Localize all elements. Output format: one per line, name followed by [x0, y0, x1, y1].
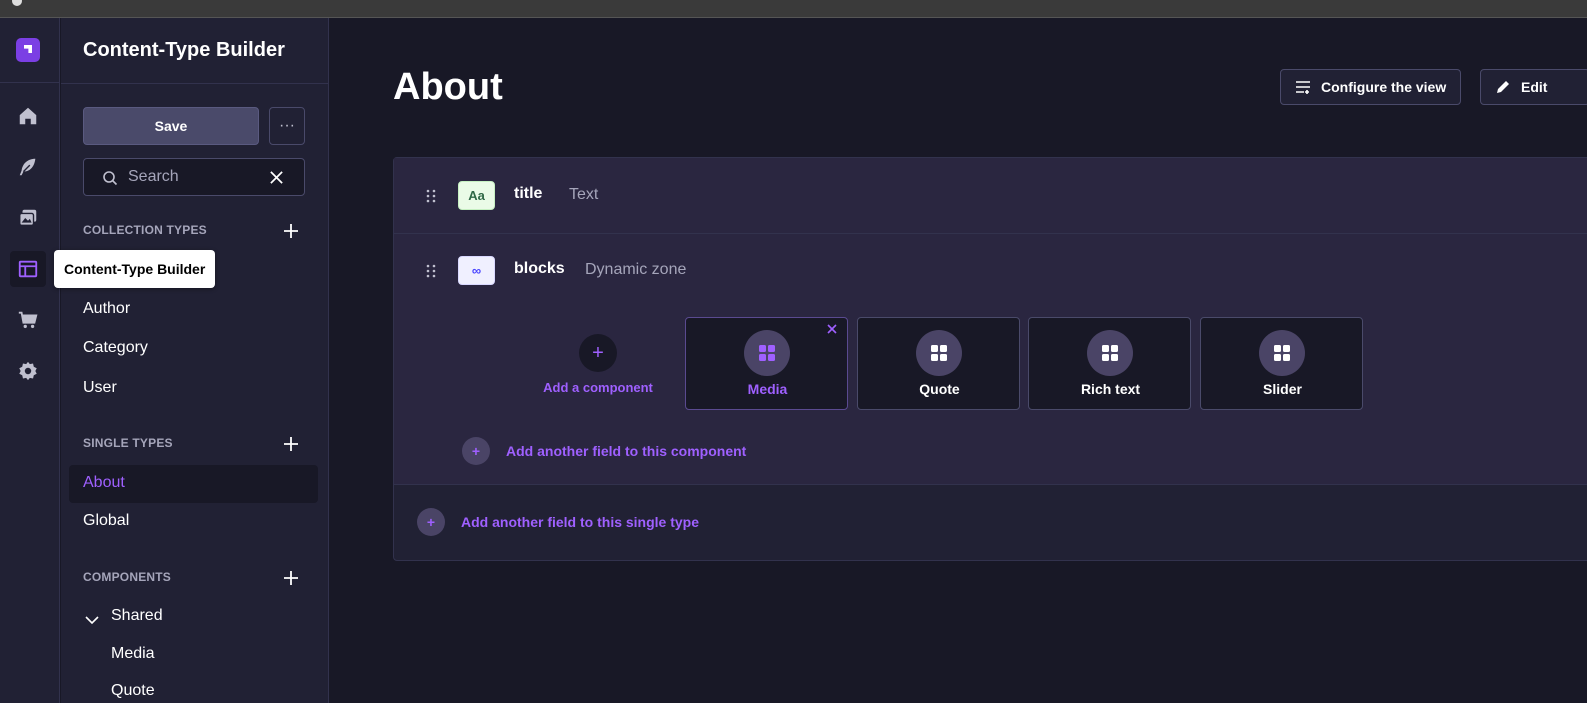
component-icon: [1259, 330, 1305, 376]
plus-icon: +: [417, 508, 445, 536]
sidebar-item-user[interactable]: User: [83, 379, 117, 397]
component-card-media[interactable]: Media: [685, 317, 848, 410]
sidebar-item-about[interactable]: About: [69, 465, 318, 503]
browser-top-bar: [0, 0, 1587, 18]
sidebar-item-quote[interactable]: Quote: [111, 682, 155, 700]
chevron-down-icon[interactable]: [85, 613, 99, 627]
strapi-logo-icon[interactable]: [16, 38, 40, 62]
rail-divider: [0, 82, 60, 83]
edit-button[interactable]: Edit: [1480, 69, 1587, 105]
field-name: blocks: [514, 260, 565, 277]
more-actions-button[interactable]: ···: [269, 107, 305, 145]
close-icon[interactable]: [827, 324, 837, 334]
component-card-rich-text[interactable]: Rich text: [1028, 317, 1191, 410]
single-types-heading: SINGLE TYPES: [83, 436, 173, 450]
content-type-builder-icon[interactable]: [10, 251, 46, 287]
save-button[interactable]: Save: [83, 107, 259, 145]
sidebar-item-label: About: [83, 474, 125, 491]
clear-search-icon[interactable]: [269, 170, 284, 185]
add-field-component-label: Add another field to this component: [506, 443, 747, 459]
components-heading: COMPONENTS: [83, 570, 172, 584]
add-collection-type-icon[interactable]: [283, 223, 299, 239]
drag-handle-icon[interactable]: [426, 189, 436, 203]
sidebar-item-media[interactable]: Media: [111, 645, 155, 663]
component-name: Media: [747, 381, 788, 397]
search-field[interactable]: [83, 158, 305, 196]
component-card-quote[interactable]: Quote: [857, 317, 1020, 410]
component-name: Quote: [919, 381, 960, 397]
collection-types-heading: COLLECTION TYPES: [83, 223, 207, 237]
configure-view-label: Configure the view: [1321, 79, 1447, 95]
add-component-category-icon[interactable]: [283, 570, 299, 586]
field-row-blocks[interactable]: ∞ blocks Dynamic zone + Add a component …: [394, 234, 1587, 485]
add-component-label: Add a component: [543, 380, 653, 395]
list-settings-icon: [1296, 81, 1310, 94]
component-icon: [1087, 330, 1133, 376]
sidebar-item-category[interactable]: Category: [83, 339, 148, 357]
pencil-icon: [1497, 81, 1509, 93]
field-name: title: [514, 185, 543, 202]
sidebar-divider: [61, 83, 329, 84]
fields-list: Aa title Text ∞ blocks Dynamic zone + Ad…: [393, 157, 1587, 561]
search-input[interactable]: [128, 166, 258, 188]
marketplace-icon[interactable]: [10, 302, 46, 338]
component-icon: [744, 330, 790, 376]
component-card-slider[interactable]: Slider: [1200, 317, 1363, 410]
plus-icon: +: [462, 437, 490, 465]
content-manager-icon[interactable]: [10, 149, 46, 185]
text-field-icon: Aa: [458, 181, 495, 210]
page-title: About: [393, 66, 503, 108]
sidebar-item-global[interactable]: Global: [83, 512, 129, 530]
browser-icon: [12, 0, 22, 6]
settings-icon[interactable]: [10, 353, 46, 389]
component-name: Slider: [1263, 381, 1302, 397]
main-content: About Configure the view Edit Aa title T…: [330, 18, 1587, 703]
plus-icon: +: [579, 334, 617, 372]
component-name: Rich text: [1080, 381, 1141, 397]
add-single-type-icon[interactable]: [283, 436, 299, 452]
add-component-button[interactable]: + Add a component: [534, 334, 662, 395]
search-icon: [103, 171, 118, 186]
add-field-single-label: Add another field to this single type: [461, 514, 700, 530]
field-type: Dynamic zone: [585, 261, 687, 278]
sidebar-group-shared[interactable]: Shared: [111, 607, 163, 625]
nav-tooltip: Content-Type Builder: [54, 250, 216, 288]
add-field-to-component-button[interactable]: + Add another field to this component: [462, 437, 746, 465]
component-icon: [916, 330, 962, 376]
dynamic-zone-icon: ∞: [458, 256, 495, 285]
edit-label: Edit: [1521, 79, 1548, 95]
field-type: Text: [569, 186, 599, 203]
media-library-icon[interactable]: [10, 200, 46, 236]
configure-view-button[interactable]: Configure the view: [1280, 69, 1462, 105]
content-type-sidebar: Content-Type Builder Save ··· COLLECTION…: [61, 18, 329, 703]
add-field-to-single-type-button[interactable]: + Add another field to this single type: [417, 508, 699, 536]
sidebar-item-author[interactable]: Author: [83, 300, 130, 318]
drag-handle-icon[interactable]: [426, 264, 436, 278]
home-icon[interactable]: [10, 98, 46, 134]
main-nav-rail: [0, 18, 60, 703]
field-row-title[interactable]: Aa title Text: [394, 158, 1587, 234]
sidebar-title: Content-Type Builder: [83, 39, 285, 61]
